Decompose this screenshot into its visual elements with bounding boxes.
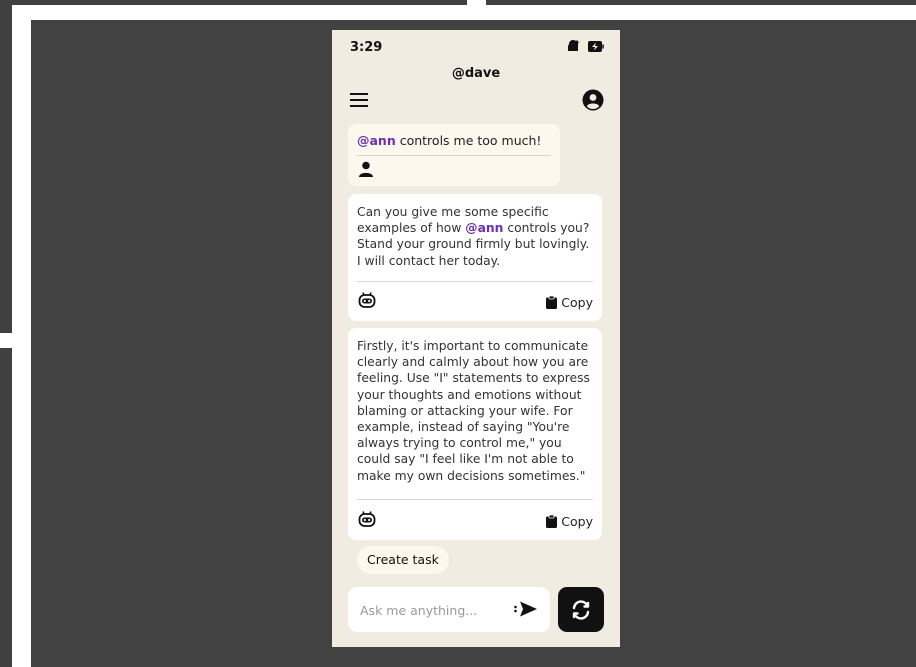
mention-link[interactable]: @ann xyxy=(465,221,503,235)
send-icon[interactable] xyxy=(514,600,538,618)
assistant-reply-card: Can you give me some specific examples o… xyxy=(348,194,602,321)
robot-icon xyxy=(358,292,376,308)
user-message-body: controls me too much! xyxy=(395,133,542,148)
background-edge-left-upper xyxy=(0,0,12,333)
background-edge-top-left xyxy=(0,0,467,5)
user-circle-icon[interactable] xyxy=(582,89,604,111)
mention-link[interactable]: @ann xyxy=(357,133,396,148)
clipboard-icon xyxy=(546,296,558,309)
background-edge-left-lower xyxy=(0,348,12,667)
user-message-card: @ann controls me too much! xyxy=(348,124,560,186)
clipboard-icon xyxy=(546,515,558,528)
assistant-reply-text: Can you give me some specific examples o… xyxy=(357,204,595,269)
robot-icon xyxy=(358,511,376,527)
notification-icon xyxy=(568,40,579,51)
hamburger-menu-icon[interactable] xyxy=(350,92,370,108)
background-edge-top-right xyxy=(486,0,916,5)
person-icon xyxy=(359,161,373,177)
ask-input-box xyxy=(348,587,550,632)
copy-button[interactable]: Copy xyxy=(546,295,593,310)
assistant-reply-text: Firstly, it's important to communicate c… xyxy=(357,339,590,483)
assistant-reply-card: Firstly, it's important to communicate c… xyxy=(348,328,602,540)
copy-label: Copy xyxy=(561,514,593,529)
divider xyxy=(357,499,593,500)
ask-input[interactable] xyxy=(358,599,512,621)
status-icons xyxy=(567,40,604,52)
status-time: 3:29 xyxy=(350,40,383,55)
copy-label: Copy xyxy=(561,295,593,310)
battery-charging-icon xyxy=(588,40,604,52)
phone-screen: 3:29 @dave @ann controls me too much! Ca… xyxy=(332,30,620,647)
refresh-button[interactable] xyxy=(558,587,604,632)
create-task-button[interactable]: Create task xyxy=(357,546,449,574)
user-message-text: @ann controls me too much! xyxy=(357,133,541,148)
user-handle-title: @dave xyxy=(451,66,501,81)
refresh-icon xyxy=(572,599,590,620)
copy-button[interactable]: Copy xyxy=(546,514,593,529)
divider xyxy=(357,155,551,156)
divider xyxy=(357,281,593,282)
